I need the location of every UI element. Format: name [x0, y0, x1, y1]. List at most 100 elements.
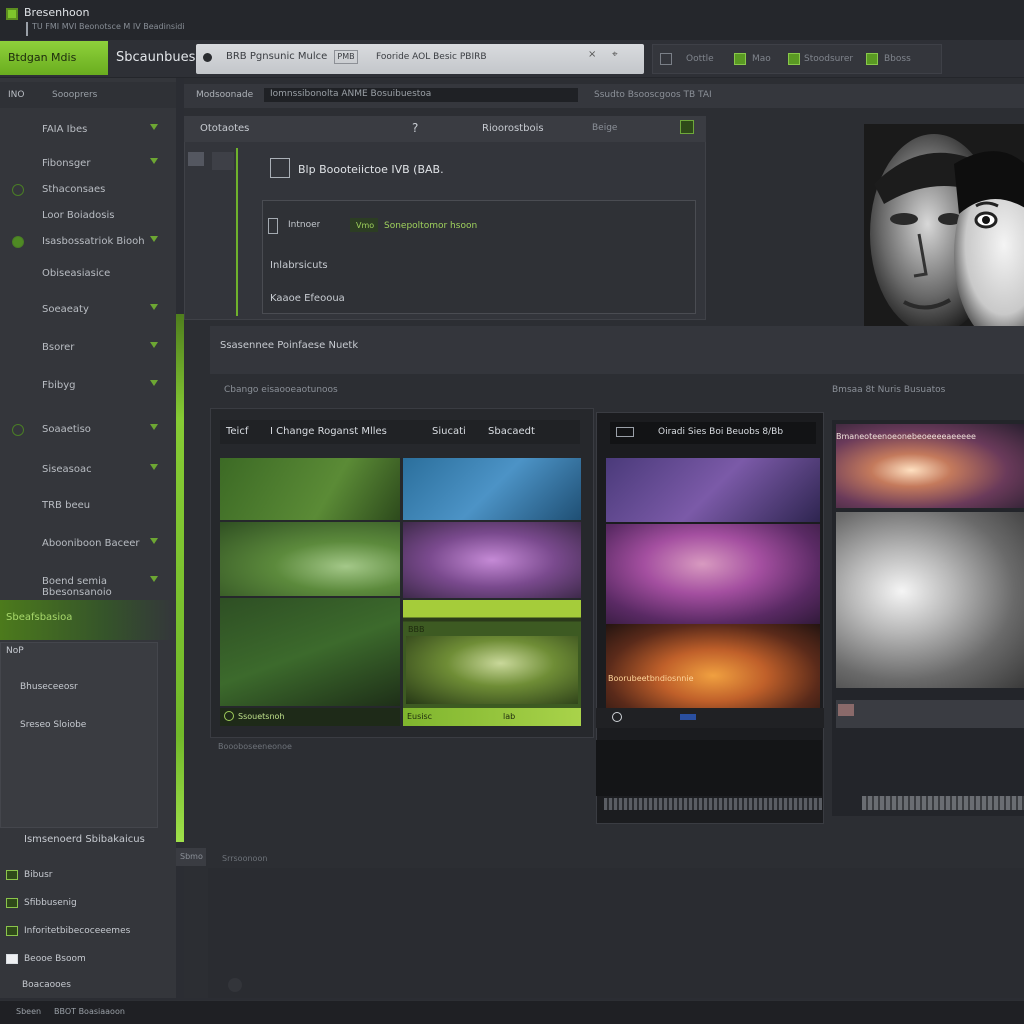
- file-icon: [6, 954, 18, 964]
- sidebar-item-7[interactable]: Soeaeaty: [0, 296, 176, 324]
- sidebar-item-9[interactable]: Fbibyg: [0, 372, 176, 400]
- file-icon: [268, 218, 278, 234]
- sidebar-item-4[interactable]: Loor Boiadosis: [0, 202, 176, 230]
- pane-a-tab-1b[interactable]: I Change Roganst Mlles: [270, 426, 387, 437]
- toolbar-label-1[interactable]: Oottle: [686, 54, 714, 64]
- circle-icon: [12, 236, 24, 248]
- sidebar-panel: [0, 642, 158, 828]
- title-bar: [0, 0, 1024, 40]
- sidebar-item-5[interactable]: Isasbossatriok Biooh: [0, 228, 176, 256]
- main-footer-label: Srrsoonoon: [222, 854, 268, 863]
- sidebar-item-label: FAIA Ibes: [42, 124, 88, 135]
- gallery-label-right: Bmsaa 8t Nuris Busuatos: [832, 385, 946, 395]
- circle-icon: [12, 424, 24, 436]
- toolbar-label-2[interactable]: Mao: [752, 54, 771, 64]
- thumbnail[interactable]: [836, 512, 1024, 688]
- sidebar-active-label: Sbeafsbasioa: [6, 612, 73, 623]
- sidebar-item-11[interactable]: Siseasoac: [0, 456, 176, 484]
- pane-a-footer-left[interactable]: Ssouetsnoh: [220, 708, 400, 726]
- sidebar-panel-item-3[interactable]: Sreseo Sloiobe: [20, 720, 86, 730]
- folder-icon[interactable]: [616, 427, 634, 437]
- app-subtitle: TU FMI MVI Beonotsce M IV Beadinsidi: [32, 22, 185, 31]
- sidebar-item-14[interactable]: Boend semia Bbesonsanoio: [0, 568, 176, 598]
- doc-icon[interactable]: [734, 53, 746, 65]
- properties-row-4[interactable]: Kaaoe Efeooua: [270, 293, 345, 304]
- sidebar-item-1[interactable]: FAIA Ibes: [0, 116, 176, 144]
- chevron-down-icon: [150, 424, 158, 430]
- sidebar-panel-item-1[interactable]: NoP: [6, 646, 24, 656]
- thumbnail[interactable]: [606, 458, 820, 522]
- sidebar-item-12[interactable]: TRB beeu: [0, 492, 176, 520]
- pane-a-tab-3[interactable]: Sbacaedt: [488, 426, 535, 437]
- timeline-bar[interactable]: [862, 796, 1024, 810]
- close-icon[interactable]: ×: [588, 50, 598, 60]
- status-left: Sbeen: [16, 1007, 42, 1016]
- sidebar-panel-item-2[interactable]: Bhuseceeosr: [20, 682, 78, 692]
- thumbnail[interactable]: [220, 598, 400, 706]
- bottom-item-1[interactable]: Bibusr: [0, 864, 176, 888]
- thumbnail[interactable]: [403, 458, 581, 520]
- sidebar-item-8[interactable]: Bsorer: [0, 334, 176, 362]
- timeline-bar[interactable]: [604, 798, 822, 810]
- pin-icon[interactable]: ⌖: [612, 50, 622, 60]
- folder-icon: [6, 870, 18, 880]
- sidebar-item-label: Abooniboon Baceer: [42, 538, 140, 549]
- bottom-item-2[interactable]: Sfibbusenig: [0, 892, 176, 916]
- properties-tab-1[interactable]: [188, 152, 204, 166]
- properties-row-3[interactable]: Inlabrsicuts: [270, 260, 328, 271]
- export-icon[interactable]: [866, 53, 878, 65]
- thumbnail[interactable]: [220, 522, 400, 596]
- bottom-item-label: Beooe Bsoom: [24, 954, 86, 964]
- thumbnail[interactable]: [220, 458, 400, 520]
- brand-tab-label: Btdgan Mdis: [8, 51, 77, 64]
- sidebar-item-label: Fbibyg: [42, 380, 76, 391]
- chevron-down-icon: [150, 538, 158, 544]
- window-icon[interactable]: [660, 53, 672, 65]
- sidebar-item-3[interactable]: Sthaconsaes: [0, 176, 176, 204]
- path-field[interactable]: Iomnssibonolta ANME Bosuibuestoa: [264, 88, 578, 102]
- bottom-item-5[interactable]: Boacaooes: [0, 974, 176, 998]
- toolbar-label-4[interactable]: Bboss: [884, 54, 911, 64]
- checkbox-icon[interactable]: [270, 158, 290, 178]
- brand-tab[interactable]: Btdgan Mdis: [0, 41, 108, 75]
- app-title: Bresenhoon: [24, 6, 90, 19]
- pane-a-tab-1[interactable]: Teicf: [226, 426, 248, 437]
- gallery-pane-b-header: Oiradi Sies Boi Beuobs 8/Bb: [610, 422, 816, 444]
- bottom-item-3[interactable]: Inforitetbibecoceeemes: [0, 920, 176, 944]
- grid-icon[interactable]: [788, 53, 800, 65]
- pane-a-footer-right-extra: lab: [503, 712, 516, 721]
- toolbar-label-3[interactable]: Stoodsurer: [804, 54, 853, 64]
- sidebar-item-label: Soaaetiso: [42, 424, 91, 435]
- pane-a-footer-right[interactable]: Eusisc lab: [403, 708, 581, 726]
- sidebar-item-13[interactable]: Abooniboon Baceer: [0, 530, 176, 558]
- sidebar-item-6[interactable]: Obiseasiasice: [0, 260, 176, 288]
- bottom-item-label: Bibusr: [24, 870, 53, 880]
- add-icon[interactable]: [228, 978, 242, 992]
- properties-title-2: Rioorostbois: [482, 123, 544, 134]
- chevron-down-icon: [150, 576, 158, 582]
- path-field-value: Iomnssibonolta ANME Bosuibuestoa: [270, 89, 432, 99]
- sidebar-item-label: Siseasoac: [42, 464, 92, 475]
- pane-c-footer: [836, 700, 1024, 728]
- play-icon[interactable]: [612, 712, 622, 722]
- thumbnail[interactable]: [606, 524, 820, 624]
- search-badge[interactable]: PMB: [334, 50, 358, 64]
- sidebar-header-right[interactable]: Soooprers: [52, 90, 97, 100]
- properties-divider: [236, 148, 238, 316]
- sidebar-header-left[interactable]: INO: [8, 90, 24, 100]
- checkbox-icon[interactable]: [680, 120, 694, 134]
- pane-a-tab-2[interactable]: Siucati: [432, 426, 466, 437]
- properties-tab-2[interactable]: [212, 152, 234, 170]
- thumbnail[interactable]: [403, 522, 581, 598]
- accent-bar: [176, 314, 184, 842]
- sidebar-active-section[interactable]: Sbeafsbasioa: [0, 600, 176, 640]
- image-icon[interactable]: [838, 704, 854, 716]
- pane-b-title: Oiradi Sies Boi Beuobs 8/Bb: [658, 427, 784, 437]
- sidebar-item-10[interactable]: Soaaetiso: [0, 416, 176, 444]
- bottom-item-4[interactable]: Beooe Bsoom: [0, 948, 176, 972]
- thumbnail[interactable]: [606, 624, 820, 710]
- record-icon: [203, 53, 212, 62]
- sidebar-item-2[interactable]: Fibonsger: [0, 150, 176, 178]
- help-icon[interactable]: ?: [412, 121, 418, 135]
- gallery-pane-a-header: Teicf I Change Roganst Mlles Siucati Sba…: [220, 420, 580, 444]
